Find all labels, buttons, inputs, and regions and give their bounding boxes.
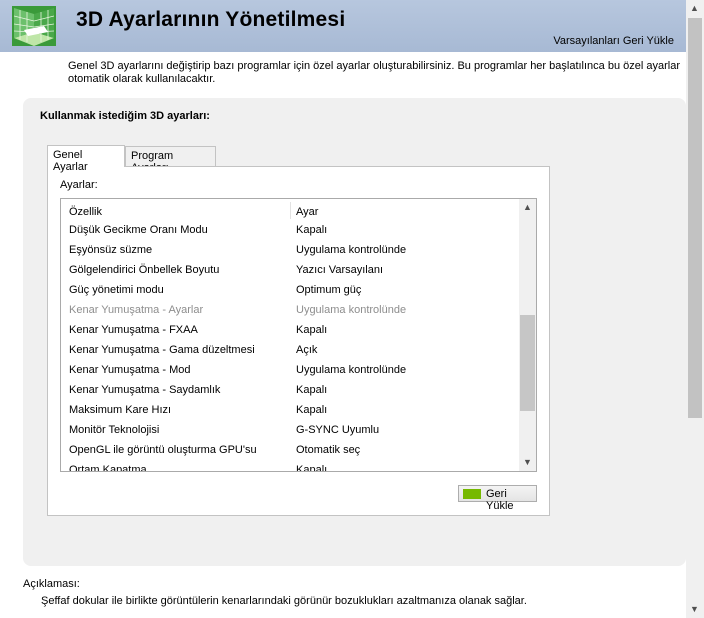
tab-program-settings[interactable]: Program Ayarları	[125, 146, 216, 174]
tab-page: Ayarlar: Özellik Ayar Düşük Gecikme Oran…	[47, 166, 550, 516]
list-header: Özellik Ayar	[61, 199, 519, 221]
row-setting: Yazıcı Varsayılanı	[296, 264, 384, 276]
row-setting: Kapalı	[296, 224, 328, 236]
table-row[interactable]: Kenar Yumuşatma - Saydamlık Kapalı	[61, 381, 519, 401]
description-label: Açıklaması:	[23, 578, 80, 590]
intro-text: Genel 3D ayarlarını değiştirip bazı prog…	[68, 60, 680, 85]
row-feature: Kenar Yumuşatma - Mod	[69, 364, 191, 376]
settings-label: Ayarlar:	[60, 179, 98, 191]
row-feature: Monitör Teknolojisi	[69, 424, 160, 436]
row-feature: Güç yönetimi modu	[69, 284, 164, 296]
row-feature: Kenar Yumuşatma - FXAA	[69, 324, 198, 336]
tab-global-settings[interactable]: Genel Ayarlar	[47, 145, 125, 173]
table-row[interactable]: Kenar Yumuşatma - Gama düzeltmesi Açık	[61, 341, 519, 361]
row-setting: Otomatik seç	[296, 444, 361, 456]
table-row[interactable]: Maksimum Kare Hızı Kapalı	[61, 401, 519, 421]
restore-defaults-link[interactable]: Varsayılanları Geri Yükle	[553, 35, 674, 47]
description-text: Şeffaf dokular ile birlikte görüntülerin…	[41, 595, 527, 607]
table-row[interactable]: Gölgelendirici Önbellek Boyutu Yazıcı Var…	[61, 261, 519, 281]
row-feature: Kenar Yumuşatma - Gama düzeltmesi	[69, 344, 255, 356]
table-row[interactable]: Monitör Teknolojisi G-SYNC Uyumlu	[61, 421, 519, 441]
scroll-up-icon[interactable]: ▲	[519, 199, 536, 216]
row-setting: G-SYNC Uyumlu	[296, 424, 380, 436]
row-feature: Kenar Yumuşatma - Ayarlar	[69, 304, 204, 316]
row-setting: Optimum güç	[296, 284, 362, 296]
page-title: 3D Ayarlarının Yönetilmesi	[76, 8, 346, 31]
column-divider	[290, 202, 291, 219]
list-scroll-thumb[interactable]	[520, 315, 535, 411]
scroll-down-icon[interactable]: ▼	[519, 454, 536, 471]
row-feature: Eşyönsüz süzme	[69, 244, 153, 256]
3d-settings-icon	[12, 6, 56, 46]
nvidia-icon	[463, 489, 481, 499]
table-row[interactable]: Ortam Kapatma Kapalı	[61, 461, 519, 472]
panel-title: Kullanmak istediğim 3D ayarları:	[40, 110, 210, 122]
row-feature: Ortam Kapatma	[69, 464, 147, 472]
row-setting: Uygulama kontrolünde	[296, 244, 407, 256]
restore-button-label: Geri Yükle	[486, 488, 514, 512]
table-row[interactable]: Kenar Yumuşatma - Mod Uygulama kontrolünd…	[61, 361, 519, 381]
row-feature: Kenar Yumuşatma - Saydamlık	[69, 384, 221, 396]
page-header: 3D Ayarlarının Yönetilmesi Varsayılanlar…	[0, 0, 686, 52]
page-scroll-down-icon[interactable]: ▼	[686, 601, 703, 618]
row-setting: Kapalı	[296, 464, 328, 472]
row-setting: Uygulama kontrolünde	[296, 364, 407, 376]
row-setting: Kapalı	[296, 404, 328, 416]
row-setting: Kapalı	[296, 384, 328, 396]
page-scroll-thumb[interactable]	[688, 18, 702, 418]
row-feature: Maksimum Kare Hızı	[69, 404, 172, 416]
settings-list[interactable]: Özellik Ayar Düşük Gecikme Oranı Modu Kap…	[60, 198, 537, 472]
page-scroll-up-icon[interactable]: ▲	[686, 0, 703, 17]
table-row[interactable]: Kenar Yumuşatma - Ayarlar Uygulama kontro…	[61, 301, 519, 321]
page-scrollbar[interactable]: ▲ ▼	[686, 0, 704, 618]
table-row[interactable]: OpenGL ile görüntü oluşturma GPU'su Otoma…	[61, 441, 519, 461]
row-setting: Uygulama kontrolünde	[296, 304, 407, 316]
column-header-setting[interactable]: Ayar	[296, 206, 318, 218]
column-header-feature[interactable]: Özellik	[69, 206, 102, 218]
row-feature: OpenGL ile görüntü oluşturma GPU'su	[69, 444, 257, 456]
row-feature: Düşük Gecikme Oranı Modu	[69, 224, 208, 236]
row-setting: Kapalı	[296, 324, 328, 336]
row-setting: Açık	[296, 344, 318, 356]
list-scrollbar[interactable]: ▲ ▼	[519, 199, 536, 471]
table-row[interactable]: Güç yönetimi modu Optimum güç	[61, 281, 519, 301]
table-row[interactable]: Düşük Gecikme Oranı Modu Kapalı	[61, 221, 519, 241]
row-feature: Gölgelendirici Önbellek Boyutu	[69, 264, 220, 276]
table-row[interactable]: Eşyönsüz süzme Uygulama kontrolünde	[61, 241, 519, 261]
table-row[interactable]: Kenar Yumuşatma - FXAA Kapalı	[61, 321, 519, 341]
restore-button[interactable]: Geri Yükle	[458, 485, 537, 512]
